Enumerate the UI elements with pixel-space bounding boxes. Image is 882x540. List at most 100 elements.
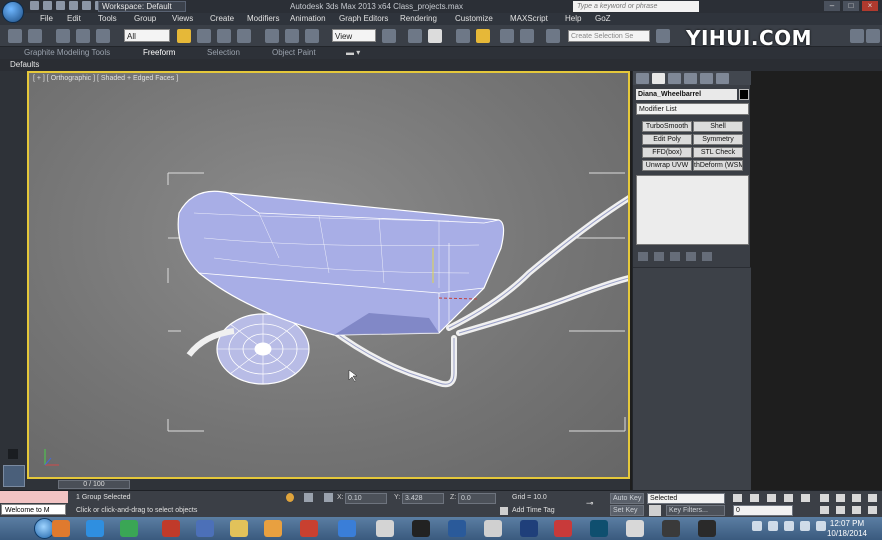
render-frame-icon[interactable] <box>850 29 864 43</box>
hierarchy-tab-icon[interactable] <box>668 73 681 84</box>
modifier-button-edit-poly[interactable]: Edit Poly <box>642 134 692 145</box>
rectangular-selection-icon[interactable] <box>217 29 231 43</box>
3ds-max-icon[interactable] <box>590 520 608 537</box>
unity-icon[interactable] <box>698 520 716 537</box>
current-frame-field[interactable]: 0 <box>733 505 793 516</box>
network-icon[interactable] <box>768 521 778 531</box>
battery-icon[interactable] <box>800 521 810 531</box>
object-color-swatch[interactable] <box>739 89 749 100</box>
absolute-mode-icon[interactable] <box>324 493 333 502</box>
zoom-icon[interactable] <box>820 494 829 502</box>
set-key-mode-icon[interactable]: ⊸ <box>586 499 604 508</box>
display-tab-icon[interactable] <box>700 73 713 84</box>
keyboard-shortcut-toggle-icon[interactable] <box>428 29 442 43</box>
angle-snap-icon[interactable] <box>476 29 490 43</box>
key-filter-selection-dropdown[interactable]: Selected <box>647 493 725 504</box>
unlink-icon[interactable] <box>76 29 90 43</box>
photoshop-icon[interactable] <box>520 520 538 537</box>
undo-icon[interactable] <box>69 1 78 10</box>
help-search-input[interactable]: Type a keyword or phrase <box>573 1 699 12</box>
field-of-view-icon[interactable] <box>820 506 829 514</box>
go-to-end-icon[interactable] <box>801 494 810 502</box>
lock-selection-icon[interactable] <box>286 493 294 502</box>
play-icon[interactable] <box>767 494 776 502</box>
tab-selection[interactable]: Selection <box>207 48 240 57</box>
menu-rendering[interactable]: Rendering <box>400 14 437 23</box>
flag-icon[interactable] <box>752 521 762 531</box>
maximize-button[interactable]: □ <box>843 1 859 11</box>
perspective-viewport[interactable]: [ + ] [ Orthographic ] [ Shaded + Edged … <box>27 71 630 479</box>
render-icon[interactable] <box>866 29 880 43</box>
next-frame-icon[interactable] <box>784 494 793 502</box>
dropbox-icon[interactable] <box>338 520 356 537</box>
firefox-icon[interactable] <box>52 520 70 537</box>
show-end-result-icon[interactable] <box>654 251 664 261</box>
menu-customize[interactable]: Customize <box>455 14 493 23</box>
modifier-button-unwrap-uvw[interactable]: Unwrap UVW <box>642 160 692 171</box>
previous-frame-icon[interactable] <box>750 494 759 502</box>
app-icon-2[interactable] <box>300 520 318 537</box>
app-icon-6[interactable] <box>662 520 680 537</box>
remove-modifier-icon[interactable] <box>686 251 696 261</box>
link-icon[interactable] <box>56 29 70 43</box>
menu-modifiers[interactable]: Modifiers <box>247 14 279 23</box>
isolate-selection-icon[interactable] <box>304 493 313 502</box>
key-filters-button[interactable]: Key Filters... <box>666 505 725 516</box>
zbrush-icon[interactable] <box>412 520 430 537</box>
object-name-field[interactable]: Diana_Wheelbarrel <box>636 89 737 100</box>
select-manipulate-icon[interactable] <box>408 29 422 43</box>
zoom-extents-all-icon[interactable] <box>868 494 877 502</box>
undo-icon[interactable] <box>8 29 22 43</box>
modifier-button-stl-check[interactable]: STL Check <box>693 147 743 158</box>
close-button[interactable]: × <box>862 1 878 11</box>
rotate-icon[interactable] <box>285 29 299 43</box>
file-explorer-icon[interactable] <box>230 520 248 537</box>
menu-tools[interactable]: Tools <box>98 14 117 23</box>
tab-freeform[interactable]: Freeform <box>143 48 175 57</box>
modifier-list-dropdown[interactable]: Modifier List <box>636 103 749 115</box>
save-file-icon[interactable] <box>56 1 65 10</box>
new-file-icon[interactable] <box>30 1 39 10</box>
key-icon[interactable] <box>649 505 661 516</box>
menu-maxscript[interactable]: MAXScript <box>510 14 548 23</box>
edit-named-selection-icon[interactable] <box>546 29 560 43</box>
app-icon-5[interactable] <box>626 520 644 537</box>
utilities-tab-icon[interactable] <box>716 73 729 84</box>
x-coordinate-field[interactable]: 0.10 <box>345 493 387 504</box>
internet-explorer-icon[interactable] <box>86 520 104 537</box>
maxscript-listener-icon[interactable] <box>3 465 25 487</box>
modifier-button-ffd-box[interactable]: FFD(box) <box>642 147 692 158</box>
zoom-extents-icon[interactable] <box>852 494 861 502</box>
set-key-button[interactable]: Set Key <box>610 505 644 516</box>
percent-snap-icon[interactable] <box>500 29 514 43</box>
menu-create[interactable]: Create <box>210 14 234 23</box>
orbit-icon[interactable] <box>852 506 861 514</box>
modifier-button-thdeform[interactable]: thDeform (WSM) <box>693 160 743 171</box>
menu-edit[interactable]: Edit <box>67 14 81 23</box>
menu-help[interactable]: Help <box>565 14 581 23</box>
tab-object-paint[interactable]: Object Paint <box>272 48 316 57</box>
modify-tab-icon[interactable] <box>652 73 665 84</box>
filezilla-icon[interactable] <box>162 520 180 537</box>
maxscript-prompt[interactable]: Welcome to M <box>1 504 66 515</box>
pan-icon[interactable] <box>836 506 845 514</box>
select-object-icon[interactable] <box>177 29 191 43</box>
spinner-snap-icon[interactable] <box>520 29 534 43</box>
application-menu-icon[interactable] <box>2 1 24 23</box>
motion-tab-icon[interactable] <box>684 73 697 84</box>
media-player-icon[interactable] <box>264 520 282 537</box>
create-tab-icon[interactable] <box>636 73 649 84</box>
time-slider-track[interactable]: 0 / 100 <box>27 479 630 490</box>
notepad-icon[interactable] <box>376 520 394 537</box>
app-icon-3[interactable] <box>448 520 466 537</box>
scale-icon[interactable] <box>305 29 319 43</box>
ribbon-options-icon[interactable]: ▬ ▾ <box>346 48 360 57</box>
app-icon[interactable] <box>196 520 214 537</box>
zoom-all-icon[interactable] <box>836 494 845 502</box>
menu-group[interactable]: Group <box>134 14 156 23</box>
menu-graph-editors[interactable]: Graph Editors <box>339 14 388 23</box>
bind-space-warp-icon[interactable] <box>96 29 110 43</box>
menu-goz[interactable]: GoZ <box>595 14 611 23</box>
app-icon-4[interactable] <box>554 520 572 537</box>
maximize-viewport-icon[interactable] <box>868 506 877 514</box>
